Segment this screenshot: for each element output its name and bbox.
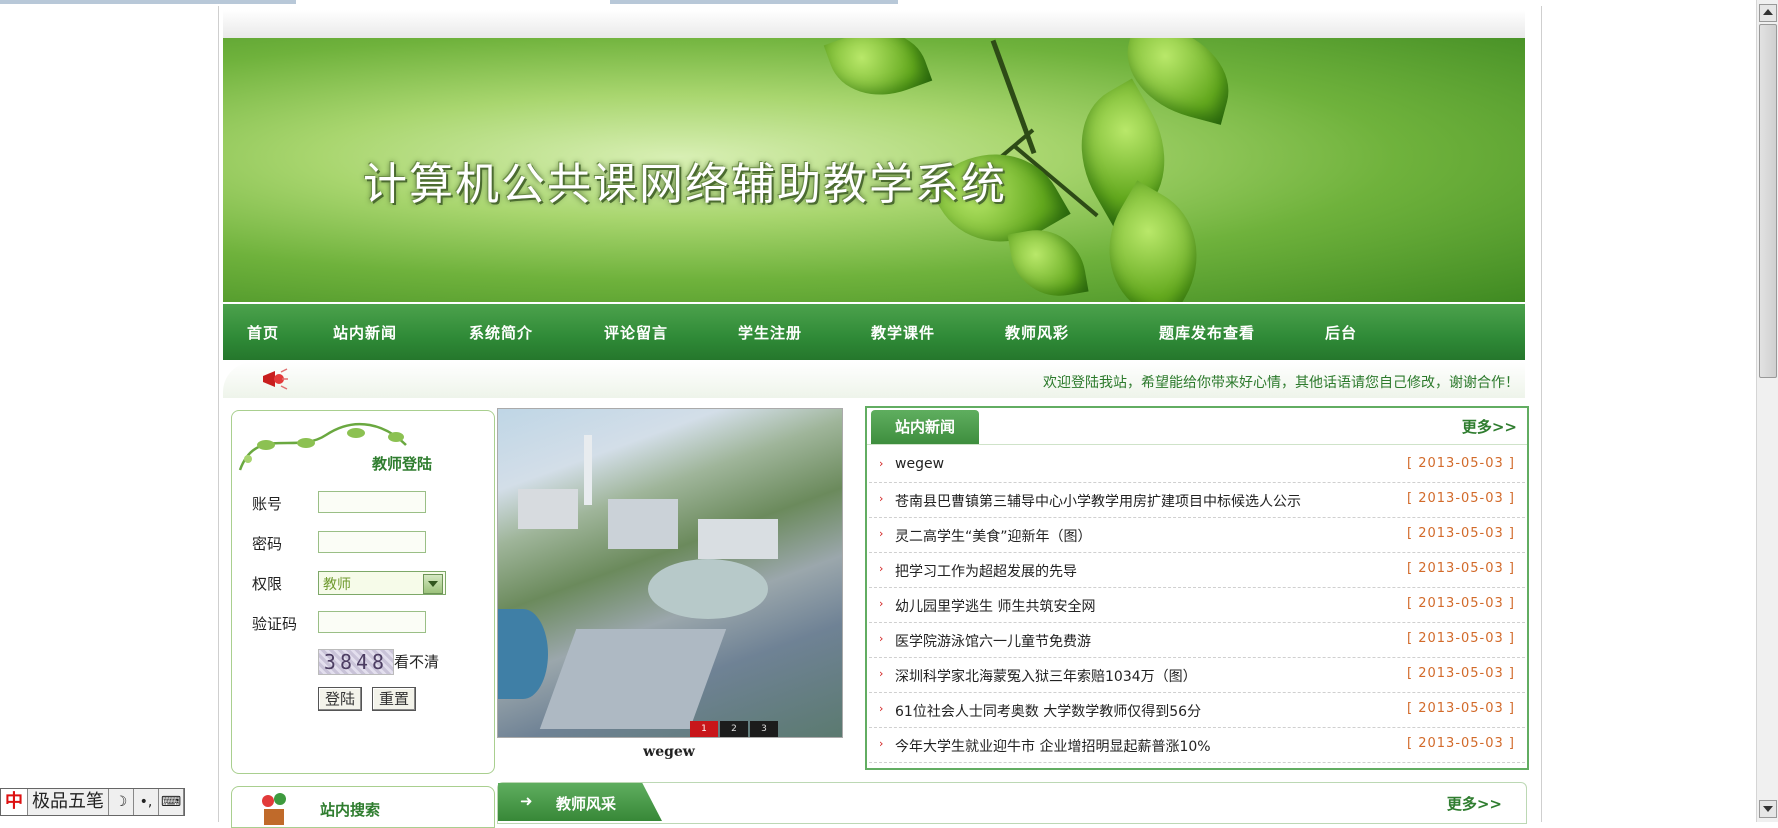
- leaf-icon: [823, 38, 933, 112]
- account-input[interactable]: [318, 491, 426, 513]
- nav-item-home[interactable]: 首页: [247, 322, 279, 343]
- teacher-login-panel: 教师登陆 账号 密码 权限 教师 验证码 3848 看不清 登陆 重置: [231, 410, 495, 774]
- role-label: 权限: [252, 575, 283, 593]
- teacher-tab: ➜ 教师风采: [498, 783, 662, 821]
- arrow-right-icon: ➜: [520, 792, 533, 810]
- login-button[interactable]: 登陆: [318, 687, 363, 711]
- bullet-icon: ›: [879, 492, 884, 505]
- image-slideshow[interactable]: 123: [497, 408, 843, 738]
- punctuation-icon[interactable]: •,: [134, 789, 159, 815]
- nav-item-about[interactable]: 系统简介: [469, 322, 533, 343]
- slideshow-caption[interactable]: wegew: [497, 744, 841, 760]
- list-item[interactable]: › 今年大学生就业迎牛市 企业增招明显起薪普涨10% [ 2013-05-03 ]: [869, 728, 1525, 763]
- news-date: [ 2013-05-03 ]: [1407, 526, 1515, 541]
- header-banner: 计算机公共课网络辅助教学系统: [223, 38, 1525, 302]
- password-input[interactable]: [318, 531, 426, 553]
- site-news-panel: 站内新闻 更多>> › wegew [ 2013-05-03 ] › 苍南县巴曹镇第三…: [865, 406, 1529, 770]
- ime-toolbar[interactable]: 中 极品五笔 ☽ •, ⌨: [0, 788, 185, 816]
- news-date: [ 2013-05-03 ]: [1407, 701, 1515, 716]
- bullet-icon: ›: [879, 527, 884, 540]
- search-title: 站内搜索: [320, 801, 381, 819]
- captcha-image[interactable]: 3848: [318, 649, 394, 675]
- slide-page-2[interactable]: 2: [720, 721, 748, 737]
- news-title[interactable]: 苍南县巴曹镇第三辅导中心小学教学用房扩建项目中标候选人公示: [895, 491, 1301, 511]
- welcome-message: 欢迎登陆我站，希望能给你带来好心情，其他话语请您自己修改，谢谢合作！: [1043, 375, 1519, 391]
- nav-item-courseware[interactable]: 教学课件: [871, 322, 935, 343]
- news-title[interactable]: 把学习工作为超超发展的先导: [895, 561, 1077, 581]
- nav-item-register[interactable]: 学生注册: [738, 322, 802, 343]
- list-item[interactable]: › wegew [ 2013-05-03 ]: [869, 448, 1525, 483]
- captcha-label: 验证码: [252, 615, 298, 633]
- scroll-thumb[interactable]: [1759, 24, 1777, 378]
- news-date: [ 2013-05-03 ]: [1407, 491, 1515, 506]
- news-tab: 站内新闻: [871, 410, 979, 444]
- bullet-icon: ›: [879, 667, 884, 680]
- vertical-scrollbar[interactable]: [1756, 0, 1778, 822]
- scroll-down-icon[interactable]: [1759, 800, 1777, 818]
- news-title[interactable]: wegew: [895, 456, 944, 472]
- top-strip: [223, 10, 1525, 38]
- news-date: [ 2013-05-03 ]: [1407, 736, 1515, 751]
- list-item[interactable]: › 苍南县巴曹镇第三辅导中心小学教学用房扩建项目中标候选人公示 [ 2013-05-…: [869, 483, 1525, 518]
- captcha-input[interactable]: [318, 611, 426, 633]
- bullet-icon: ›: [879, 597, 884, 610]
- news-title[interactable]: 医学院游泳馆六一儿童节免费游: [895, 631, 1091, 651]
- teacher-title: 教师风采: [556, 795, 617, 813]
- bullet-icon: ›: [879, 632, 884, 645]
- role-select-value: 教师: [323, 577, 351, 593]
- news-date: [ 2013-05-03 ]: [1407, 456, 1515, 471]
- news-date: [ 2013-05-03 ]: [1407, 666, 1515, 681]
- site-title: 计算机公共课网络辅助教学系统: [363, 159, 1007, 210]
- nav-item-news[interactable]: 站内新闻: [333, 322, 397, 343]
- bullet-icon: ›: [879, 562, 884, 575]
- flower-pot-icon: [262, 793, 286, 825]
- main-nav: 首页 站内新闻 系统简介 评论留言 学生注册 教学课件 教师风彩 题库发布查看 …: [223, 304, 1525, 360]
- nav-item-teachers[interactable]: 教师风彩: [1005, 322, 1069, 343]
- news-header-divider: [867, 444, 1527, 445]
- list-item[interactable]: › 把学习工作为超超发展的先导 [ 2013-05-03 ]: [869, 553, 1525, 588]
- news-title[interactable]: 深圳科学家北海蒙冤入狱三年索赔1034万（图）: [895, 666, 1197, 686]
- keyboard-icon[interactable]: ⌨: [159, 789, 184, 815]
- bullet-icon: ›: [879, 457, 884, 470]
- news-date: [ 2013-05-03 ]: [1407, 631, 1515, 646]
- nav-item-comments[interactable]: 评论留言: [604, 322, 668, 343]
- news-more-link[interactable]: 更多>>: [1462, 416, 1517, 437]
- account-label: 账号: [252, 495, 283, 513]
- nav-item-question-bank[interactable]: 题库发布查看: [1159, 322, 1255, 343]
- password-label: 密码: [252, 535, 283, 553]
- reset-button[interactable]: 重置: [372, 687, 417, 711]
- captcha-refresh-link[interactable]: 看不清: [394, 651, 439, 672]
- slide-page-3[interactable]: 3: [750, 721, 778, 737]
- list-item[interactable]: › 61位社会人士同考奥数 大学数学教师仅得到56分 [ 2013-05-03 ]: [869, 693, 1525, 728]
- nav-item-admin[interactable]: 后台: [1325, 322, 1357, 343]
- page-container: 计算机公共课网络辅助教学系统 首页 站内新闻 系统简介 评论留言 学生注册 教学…: [218, 6, 1542, 828]
- list-item[interactable]: › 深圳科学家北海蒙冤入狱三年索赔1034万（图） [ 2013-05-03 ]: [869, 658, 1525, 693]
- news-title[interactable]: 今年大学生就业迎牛市 企业增招明显起薪普涨10%: [895, 736, 1211, 756]
- bullet-icon: ›: [879, 737, 884, 750]
- list-item[interactable]: › 幼儿园里学逃生 师生共筑安全网 [ 2013-05-03 ]: [869, 588, 1525, 623]
- news-date: [ 2013-05-03 ]: [1407, 596, 1515, 611]
- megaphone-icon: [263, 368, 288, 390]
- news-date: [ 2013-05-03 ]: [1407, 561, 1515, 576]
- ime-brand-icon[interactable]: 中: [1, 789, 28, 815]
- bullet-icon: ›: [879, 702, 884, 715]
- teacher-showcase-panel: ➜ 教师风采 更多>>: [497, 782, 1527, 824]
- teacher-more-link[interactable]: 更多>>: [1447, 793, 1502, 814]
- ime-name[interactable]: 极品五笔: [28, 789, 109, 815]
- slide-page-1[interactable]: 1: [690, 721, 718, 737]
- chevron-down-icon[interactable]: [423, 574, 443, 594]
- slideshow-pager: 123: [688, 719, 778, 737]
- login-title: 教师登陆: [372, 455, 433, 473]
- scroll-up-icon[interactable]: [1759, 4, 1777, 22]
- moon-icon[interactable]: ☽: [109, 789, 134, 815]
- leaf-icon: [1007, 222, 1089, 302]
- list-item[interactable]: › 灵二高学生“美食”迎新年（图） [ 2013-05-03 ]: [869, 518, 1525, 553]
- news-title[interactable]: 61位社会人士同考奥数 大学数学教师仅得到56分: [895, 701, 1201, 721]
- role-select[interactable]: 教师: [318, 571, 446, 595]
- announcement-bar: 欢迎登陆我站，希望能给你带来好心情，其他话语请您自己修改，谢谢合作！: [223, 362, 1525, 398]
- news-title[interactable]: 灵二高学生“美食”迎新年（图）: [895, 526, 1092, 546]
- news-title[interactable]: 幼儿园里学逃生 师生共筑安全网: [895, 596, 1095, 616]
- list-item[interactable]: › 医学院游泳馆六一儿童节免费游 [ 2013-05-03 ]: [869, 623, 1525, 658]
- news-list: › wegew [ 2013-05-03 ] › 苍南县巴曹镇第三辅导中心小学教学用房…: [867, 448, 1527, 763]
